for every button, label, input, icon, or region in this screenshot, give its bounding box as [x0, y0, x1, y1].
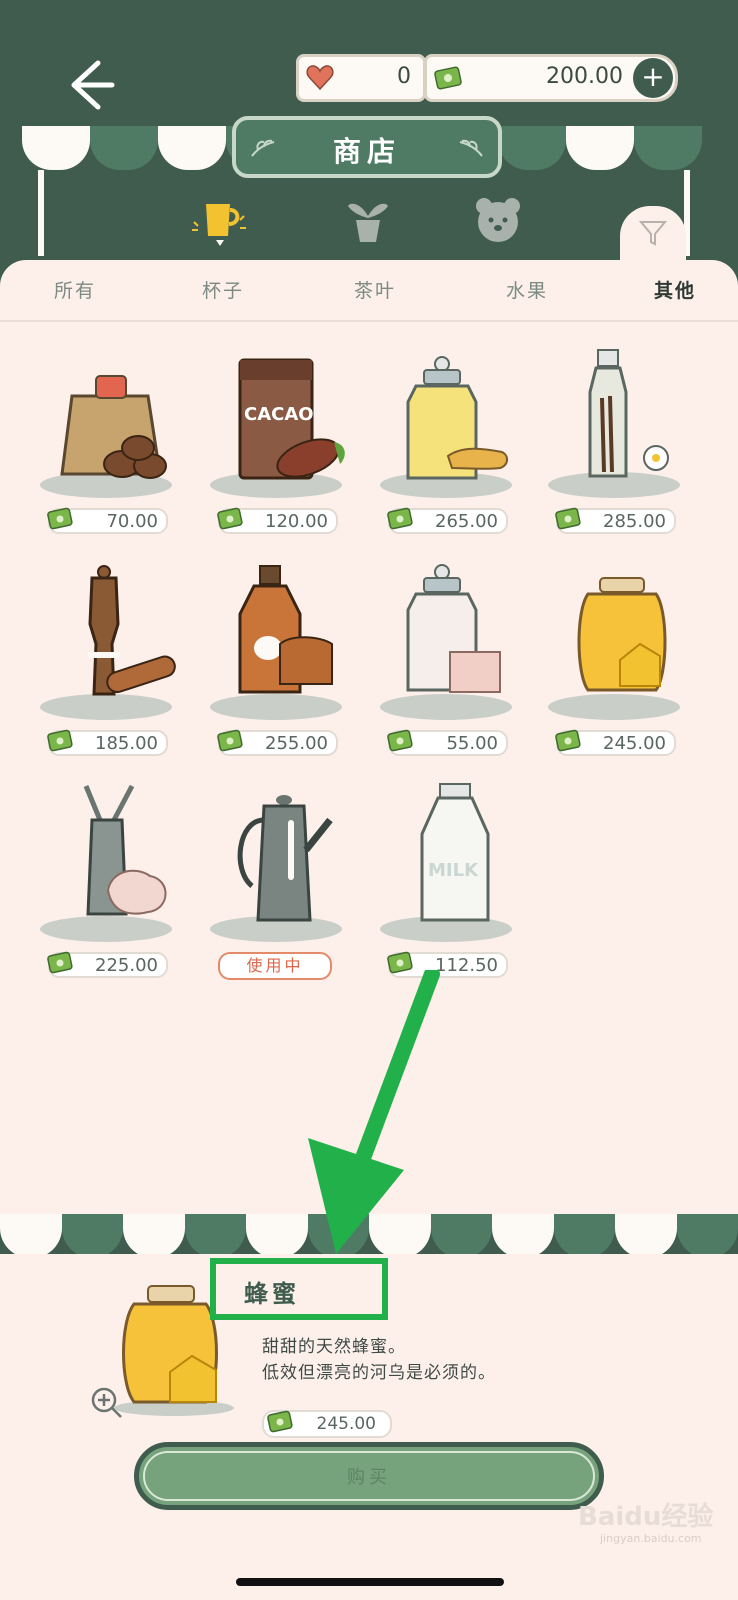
- coffee-bag-icon: [60, 375, 167, 479]
- money-icon: [47, 507, 73, 530]
- milk-bottle-icon: MILK: [420, 783, 490, 922]
- pepper-grinder-icon: [88, 565, 176, 696]
- price-tag: 185.00: [47, 729, 168, 756]
- money-value: 200.00: [546, 64, 623, 89]
- item-detail-panel: 蜂蜜 甜甜的天然蜂蜜。 低效但漂亮的河乌是必须的。 245.00 购买 Baid…: [0, 1254, 738, 1600]
- money-icon: [47, 729, 73, 752]
- price-tag: 285.00: [555, 507, 676, 534]
- shop-item-honey-jar[interactable]: 245.00: [548, 577, 708, 778]
- category-tabs: 所有 杯子 茶叶 水果 其他: [0, 260, 738, 322]
- money-icon: [217, 729, 243, 752]
- shop-item-cream-whipper[interactable]: 225.00: [40, 784, 200, 1000]
- top-bar: 0 200.00 + 商店: [0, 0, 738, 270]
- price-tag: 225.00: [47, 951, 168, 978]
- price-tag: 70.00: [47, 507, 168, 534]
- money-counter: 200.00 +: [424, 54, 678, 102]
- money-icon: [387, 729, 413, 752]
- detail-price-tag: 245.00: [262, 1410, 392, 1438]
- shop-item-maple-syrup[interactable]: 255.00: [210, 565, 370, 778]
- annotation-arrow: [308, 970, 440, 1254]
- money-icon: [387, 507, 413, 530]
- tab-fruit[interactable]: 水果: [506, 276, 548, 303]
- vanilla-bottle-icon: [588, 349, 669, 478]
- shop-item-coffee-bag[interactable]: 70.00: [40, 356, 200, 556]
- home-indicator: [236, 1578, 504, 1586]
- money-icon: [434, 66, 462, 90]
- filter-button[interactable]: [620, 206, 686, 266]
- money-icon: [47, 951, 73, 974]
- money-icon: [267, 1410, 293, 1433]
- shop-item-cinnamon-grinder[interactable]: 185.00: [40, 565, 200, 778]
- price-tag: 120.00: [217, 507, 338, 534]
- buy-button-label: 购买: [347, 1467, 391, 1488]
- price-value: 70.00: [106, 511, 158, 532]
- svg-text:CACAO: CACAO: [244, 404, 314, 425]
- tab-all[interactable]: 所有: [54, 276, 96, 303]
- money-icon: [555, 729, 581, 752]
- heart-icon: [306, 65, 334, 91]
- honey-jar-icon: [577, 577, 667, 692]
- kettle-icon: [237, 795, 333, 922]
- plant-icon[interactable]: [340, 196, 396, 246]
- detail-price-value: 245.00: [316, 1414, 376, 1434]
- shop-item-ginger-jar[interactable]: 265.00: [380, 356, 540, 556]
- price-tag: 245.00: [555, 729, 676, 756]
- syrup-bottle-icon: [238, 565, 333, 694]
- shop-item-cacao[interactable]: CACAO 120.00: [210, 356, 370, 556]
- price-value: 265.00: [435, 511, 498, 532]
- ginger-jar-icon: [406, 356, 508, 480]
- awning-post-left: [38, 170, 44, 256]
- watermark-logo: Baidu经验: [578, 1502, 714, 1532]
- leaf-icon: [459, 139, 483, 157]
- shop-item-sugar-cubes[interactable]: 55.00: [380, 564, 540, 778]
- money-icon: [217, 507, 243, 530]
- buy-button[interactable]: 购买: [134, 1442, 604, 1510]
- item-title-highlight: 蜂蜜: [210, 1258, 388, 1320]
- hearts-value: 0: [397, 64, 411, 89]
- svg-text:MILK: MILK: [428, 860, 479, 881]
- tab-cups[interactable]: 杯子: [202, 276, 244, 303]
- money-icon: [555, 507, 581, 530]
- tab-tea[interactable]: 茶叶: [354, 276, 396, 303]
- zoom-icon[interactable]: [90, 1386, 124, 1420]
- item-description-line2: 低效但漂亮的河乌是必须的。: [262, 1363, 496, 1383]
- price-tag: 265.00: [387, 507, 508, 534]
- shop-sign: 商店: [232, 116, 502, 178]
- back-arrow-icon[interactable]: [60, 55, 120, 115]
- sugar-jar-icon: [406, 564, 501, 693]
- tab-other[interactable]: 其他: [654, 276, 696, 303]
- price-value: 245.00: [603, 733, 666, 754]
- item-description-line1: 甜甜的天然蜂蜜。: [262, 1337, 406, 1357]
- shop-item-vanilla-bottle[interactable]: 285.00: [548, 349, 708, 556]
- price-value: 225.00: [95, 955, 158, 976]
- price-tag: 55.00: [387, 729, 508, 756]
- price-value: 185.00: [95, 733, 158, 754]
- watermark-url: jingyan.baidu.com: [600, 1532, 702, 1545]
- price-value: 255.00: [265, 733, 328, 754]
- add-money-button[interactable]: +: [633, 58, 673, 98]
- price-value: 285.00: [603, 511, 666, 532]
- price-tag: 255.00: [217, 729, 338, 756]
- price-value: 55.00: [446, 733, 498, 754]
- bear-icon[interactable]: [470, 196, 526, 246]
- filter-icon: [638, 221, 668, 246]
- cup-icon[interactable]: [190, 196, 246, 246]
- item-title: 蜂蜜: [244, 1280, 300, 1308]
- cream-whipper-icon: [83, 784, 167, 916]
- hearts-counter: 0: [296, 54, 426, 102]
- price-value: 120.00: [265, 511, 328, 532]
- cacao-icon: CACAO: [238, 358, 345, 480]
